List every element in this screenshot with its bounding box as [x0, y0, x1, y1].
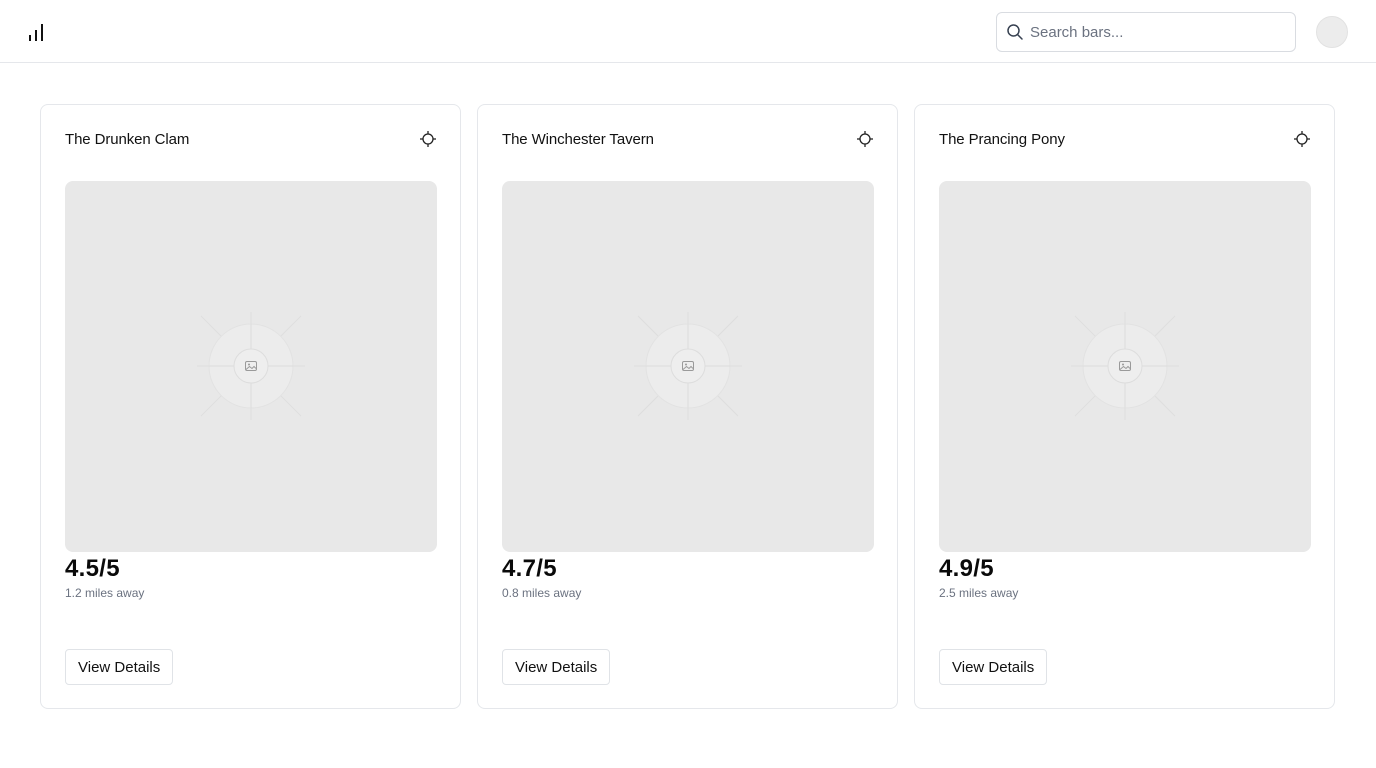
rating: 4.7/5: [502, 555, 557, 582]
bar-name: The Drunken Clam: [65, 131, 190, 148]
image-placeholder-icon: [634, 312, 742, 420]
view-details-button[interactable]: View Details: [65, 649, 174, 685]
distance: 0.8 miles away: [502, 586, 582, 600]
search-input[interactable]: [1030, 23, 1280, 41]
avatar[interactable]: [1316, 16, 1348, 48]
bar-image: [502, 181, 874, 552]
distance: 2.5 miles away: [939, 586, 1019, 600]
bar-card: The Drunken Clam 4.5/5 1.2 miles away Vi…: [40, 104, 461, 709]
view-details-button[interactable]: View Details: [502, 649, 611, 685]
image-placeholder-icon: [1071, 312, 1179, 420]
bar-image: [939, 181, 1311, 552]
bar-card: The Winchester Tavern 4.7/5 0.8 miles aw…: [477, 104, 898, 709]
crosshair-icon[interactable]: [1294, 131, 1310, 147]
view-details-button[interactable]: View Details: [939, 649, 1048, 685]
search-icon: [1006, 23, 1024, 41]
distance: 1.2 miles away: [65, 586, 145, 600]
rating: 4.5/5: [65, 555, 120, 582]
top-header: [0, 0, 1376, 63]
rating: 4.9/5: [939, 555, 994, 582]
bar-image: [65, 181, 437, 552]
bar-chart-icon[interactable]: [28, 22, 46, 42]
bar-name: The Prancing Pony: [939, 131, 1065, 148]
bar-card-list: The Drunken Clam 4.5/5 1.2 miles away Vi…: [40, 104, 1335, 709]
image-placeholder-icon: [197, 312, 305, 420]
crosshair-icon[interactable]: [857, 131, 873, 147]
bar-name: The Winchester Tavern: [502, 131, 654, 148]
search-bar: [996, 12, 1296, 52]
bar-card: The Prancing Pony 4.9/5 2.5 miles away V…: [914, 104, 1335, 709]
crosshair-icon[interactable]: [420, 131, 436, 147]
